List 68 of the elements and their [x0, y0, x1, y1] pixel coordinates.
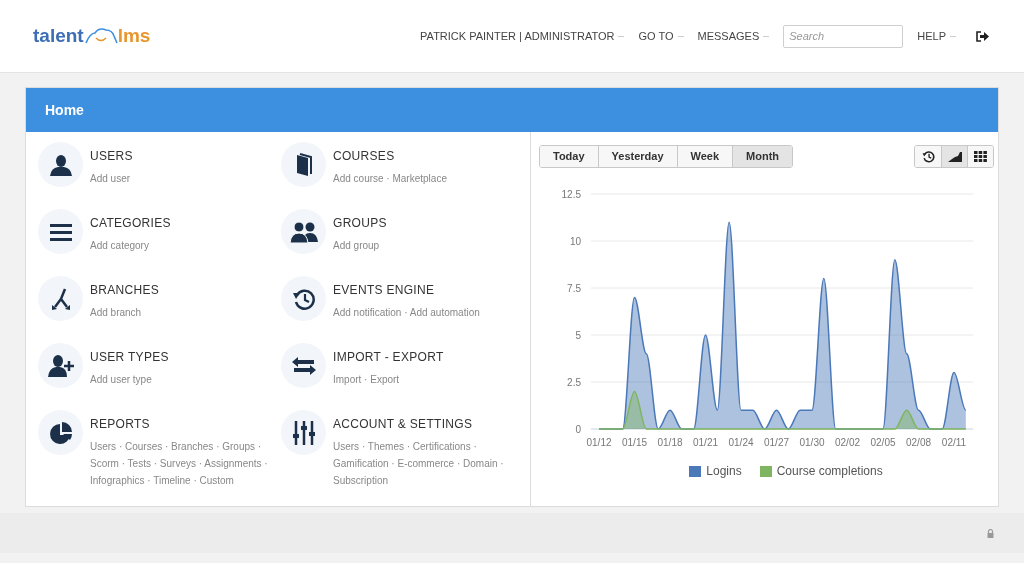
user-icon [48, 152, 73, 177]
logout-icon[interactable] [976, 30, 989, 42]
y-axis-label: 10 [569, 236, 581, 247]
user-add-icon [47, 353, 74, 378]
x-axis-label: 02/11 [941, 437, 967, 448]
logo-text[interactable]: talent [33, 21, 84, 51]
tile-title[interactable]: ACCOUNT & SETTINGS [333, 415, 473, 433]
period-tab[interactable]: Week [676, 146, 733, 167]
sliders-icon [291, 420, 316, 445]
period-tab[interactable]: Month [732, 146, 793, 167]
chart-view-button[interactable] [941, 146, 967, 167]
tile-links[interactable]: Add course · Marketplace [333, 170, 511, 187]
tile-links[interactable]: Add category [90, 237, 268, 254]
x-axis-label: 01/27 [764, 437, 789, 448]
branch-icon [49, 286, 72, 311]
y-axis-label: 7.5 [567, 283, 581, 294]
tile-links[interactable]: Add branch [90, 304, 268, 321]
history-icon [921, 150, 935, 163]
x-axis-label: 02/08 [906, 437, 931, 448]
pie-chart-icon [48, 420, 73, 445]
nav-menu-item[interactable]: HELP [917, 27, 956, 45]
legend-label[interactable]: Course completions [776, 462, 883, 480]
cloud-smile-icon [83, 27, 118, 45]
tile-links[interactable]: Users · Courses · Branches · Groups · Scorm · Tests · Surveys · Assignments · Infographics · Timeline · Custom [90, 438, 268, 489]
x-axis-label: 01/24 [728, 437, 754, 448]
nav-menu-item[interactable]: MESSAGES [697, 27, 770, 45]
swap-arrows-icon [291, 356, 316, 375]
x-axis-label: 02/02 [835, 437, 860, 448]
x-axis-label: 01/15 [622, 437, 647, 448]
nav-menu-item[interactable]: GO TO [638, 27, 684, 45]
x-axis-label: 01/30 [799, 437, 825, 448]
tile-title[interactable]: REPORTS [90, 415, 150, 433]
period-tab[interactable]: Yesterday [597, 146, 677, 167]
tile-links[interactable]: Add user type [90, 371, 268, 388]
tile-title[interactable]: IMPORT - EXPORT [333, 348, 444, 366]
y-axis-label: 0 [575, 424, 581, 435]
nav-menu-item[interactable]: PATRICK PAINTER | ADMINISTRATOR [420, 27, 625, 45]
tile-title[interactable]: GROUPS [333, 214, 387, 232]
list-icon [49, 222, 72, 241]
history-view-button[interactable] [915, 146, 941, 167]
panel-title: Home [45, 100, 84, 120]
tile-title[interactable]: COURSES [333, 147, 395, 165]
tile-title[interactable]: USERS [90, 147, 133, 165]
search-field[interactable]: Search [783, 24, 904, 48]
tile-title[interactable]: USER TYPES [90, 348, 169, 366]
y-axis-label: 12.5 [561, 189, 581, 200]
tile-links[interactable]: Add user [90, 170, 268, 187]
tile-title[interactable]: EVENTS ENGINE [333, 281, 435, 299]
tile-links[interactable]: Add notification · Add automation [333, 304, 511, 321]
x-axis-label: 02/05 [870, 437, 896, 448]
area-chart-icon [947, 151, 962, 162]
tile-links[interactable]: Users · Themes · Certifications · Gamification · E-commerce · Domain · Subscription [333, 438, 511, 489]
tile-links[interactable]: Add group [333, 237, 511, 254]
x-axis-label: 01/12 [586, 437, 612, 448]
tile-links[interactable]: Import · Export [333, 371, 511, 388]
history-icon [291, 286, 316, 311]
lock-icon [987, 528, 994, 538]
legend-label[interactable]: Logins [706, 462, 742, 480]
x-axis-label: 01/18 [657, 437, 683, 448]
tile-title[interactable]: CATEGORIES [90, 214, 171, 232]
period-tab[interactable]: Today [540, 146, 598, 167]
x-axis-label: 01/21 [693, 437, 718, 448]
y-axis-label: 5 [575, 330, 581, 341]
tile-title[interactable]: BRANCHES [90, 281, 160, 299]
grid-icon [974, 151, 987, 162]
group-icon [289, 220, 318, 243]
y-axis-label: 2.5 [567, 377, 581, 388]
table-view-button[interactable] [967, 146, 993, 167]
